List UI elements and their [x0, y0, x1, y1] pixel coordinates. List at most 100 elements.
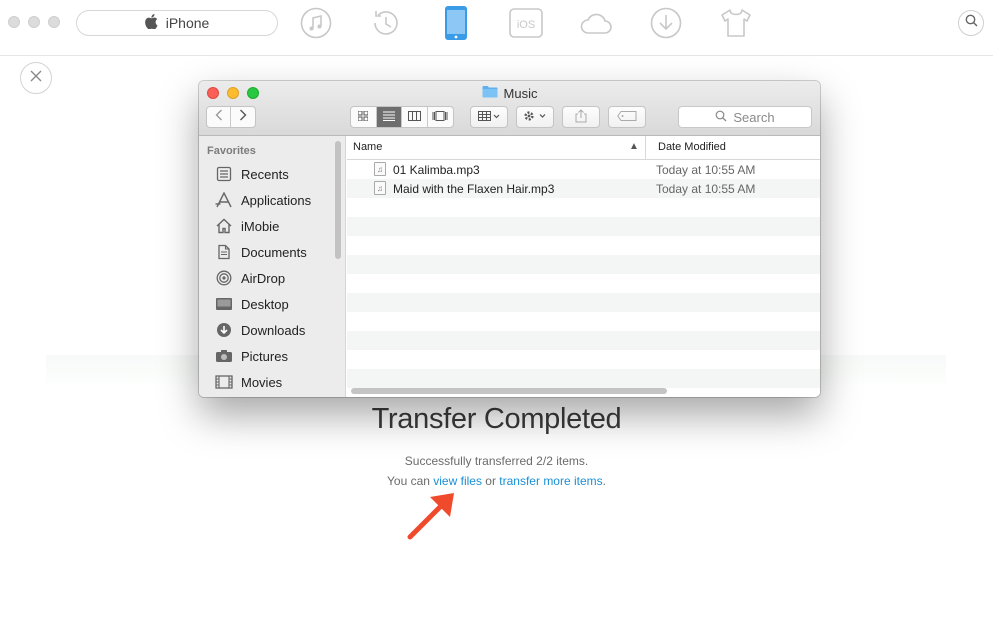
ios-icon[interactable]: iOS: [509, 6, 543, 40]
empty-row: [347, 198, 820, 217]
sidebar-item-label: iMobie: [241, 218, 280, 234]
share-icon: [575, 108, 587, 126]
close-icon: [30, 69, 42, 87]
empty-row: [347, 331, 820, 350]
sort-ascending-icon: ▲: [629, 141, 639, 152]
list-view-icon: [382, 108, 395, 126]
close-button[interactable]: [20, 62, 52, 94]
file-name: Maid with the Flaxen Hair.mp3: [393, 182, 555, 196]
finder-title-text: Music: [503, 85, 538, 101]
svg-text:iOS: iOS: [517, 19, 535, 31]
column-divider[interactable]: [645, 136, 646, 160]
back-forward-control: [206, 106, 256, 128]
documents-icon: [215, 243, 233, 261]
file-rows: ♫ 01 Kalimba.mp3 Today at 10:55 AM ♫ Mai…: [347, 160, 820, 388]
tags-button[interactable]: [608, 106, 646, 128]
audio-file-icon: ♫: [374, 162, 386, 176]
app-toolbar: iPhone iOS: [0, 0, 993, 56]
empty-row: [347, 274, 820, 293]
search-icon: [715, 110, 727, 125]
sidebar-item-label: Movies: [241, 374, 283, 390]
file-name: 01 Kalimba.mp3: [393, 163, 480, 177]
sidebar-item-applications[interactable]: Applications: [215, 189, 311, 211]
file-row[interactable]: ♫ Maid with the Flaxen Hair.mp3 Today at…: [347, 179, 820, 198]
sidebar-item-desktop[interactable]: Desktop: [215, 293, 289, 315]
cloud-icon[interactable]: [579, 6, 613, 40]
finder-search-field[interactable]: Search: [678, 106, 812, 128]
gear-icon: [523, 110, 547, 125]
finder-title: Music: [199, 85, 820, 101]
links-prefix: You can: [387, 474, 434, 488]
downloads-icon: [215, 321, 233, 339]
view-mode-control: [350, 106, 454, 128]
icon-view-button[interactable]: [351, 107, 377, 127]
group-by-button[interactable]: [470, 106, 508, 128]
folder-icon: [482, 85, 498, 101]
empty-row: [347, 293, 820, 312]
sidebar-item-label: Documents: [241, 244, 307, 260]
home-icon: [215, 217, 233, 235]
recents-icon: [215, 165, 233, 183]
tshirt-icon[interactable]: [719, 6, 753, 40]
horizontal-scrollbar[interactable]: [351, 388, 667, 394]
list-view-button[interactable]: [376, 107, 402, 127]
column-view-button[interactable]: [402, 107, 428, 127]
download-icon[interactable]: [649, 6, 683, 40]
pointer-arrow-icon: [406, 489, 458, 546]
grid-view-icon: [357, 108, 369, 126]
sidebar-item-documents[interactable]: Documents: [215, 241, 307, 263]
search-icon: [965, 14, 978, 32]
device-name: iPhone: [165, 15, 210, 31]
sidebar-item-recents[interactable]: Recents: [215, 163, 289, 185]
music-icon[interactable]: [299, 6, 333, 40]
window-zoom-dot[interactable]: [48, 16, 60, 28]
column-name-header[interactable]: Name: [353, 141, 382, 153]
window-minimize-dot[interactable]: [28, 16, 40, 28]
action-button[interactable]: [516, 106, 554, 128]
audio-file-icon: ♫: [374, 181, 386, 195]
sidebar-item-label: Downloads: [241, 322, 306, 338]
empty-row: [347, 217, 820, 236]
empty-row: [347, 236, 820, 255]
sidebar-item-label: Pictures: [241, 348, 288, 364]
column-date-header[interactable]: Date Modified: [658, 141, 726, 153]
transfer-summary: Successfully transferred 2/2 items.: [404, 454, 589, 468]
sidebar-item-label: Desktop: [241, 296, 289, 312]
empty-row: [347, 255, 820, 274]
back-button[interactable]: [207, 107, 231, 127]
file-row[interactable]: ♫ 01 Kalimba.mp3 Today at 10:55 AM: [347, 160, 820, 179]
sidebar-item-pictures[interactable]: Pictures: [215, 345, 288, 367]
share-button[interactable]: [562, 106, 600, 128]
transfer-more-link[interactable]: transfer more items: [499, 474, 602, 488]
phone-icon[interactable]: [439, 6, 473, 40]
apple-icon: [144, 14, 158, 32]
column-view-icon: [407, 108, 421, 126]
search-placeholder: Search: [733, 109, 775, 125]
gallery-view-icon: [432, 108, 448, 126]
sidebar-item-label: Recents: [241, 166, 289, 182]
history-icon[interactable]: [369, 6, 403, 40]
device-selector[interactable]: iPhone: [76, 10, 278, 36]
links-middle: or: [481, 474, 500, 488]
sidebar-item-label: Applications: [241, 192, 312, 208]
airdrop-icon: [215, 269, 233, 287]
empty-row: [347, 369, 820, 388]
pictures-icon: [215, 347, 233, 365]
movies-icon: [215, 373, 233, 391]
applications-icon: [215, 191, 233, 209]
finder-sidebar: Favorites Recents Applications iMobie Do…: [199, 136, 346, 397]
sidebar-item-airdrop[interactable]: AirDrop: [215, 267, 285, 289]
chevron-right-icon: [239, 108, 247, 126]
chevron-left-icon: [215, 108, 223, 126]
window-close-dot[interactable]: [8, 16, 20, 28]
sidebar-item-movies[interactable]: Movies: [215, 371, 282, 393]
finder-titlebar: Music Search: [199, 81, 820, 136]
view-files-link[interactable]: view files: [433, 474, 482, 488]
search-button[interactable]: [958, 10, 984, 36]
sidebar-scrollbar[interactable]: [335, 141, 341, 259]
sidebar-heading: Favorites: [207, 145, 256, 157]
sidebar-item-imobie[interactable]: iMobie: [215, 215, 279, 237]
gallery-view-button[interactable]: [428, 107, 453, 127]
forward-button[interactable]: [231, 107, 255, 127]
sidebar-item-downloads[interactable]: Downloads: [215, 319, 305, 341]
